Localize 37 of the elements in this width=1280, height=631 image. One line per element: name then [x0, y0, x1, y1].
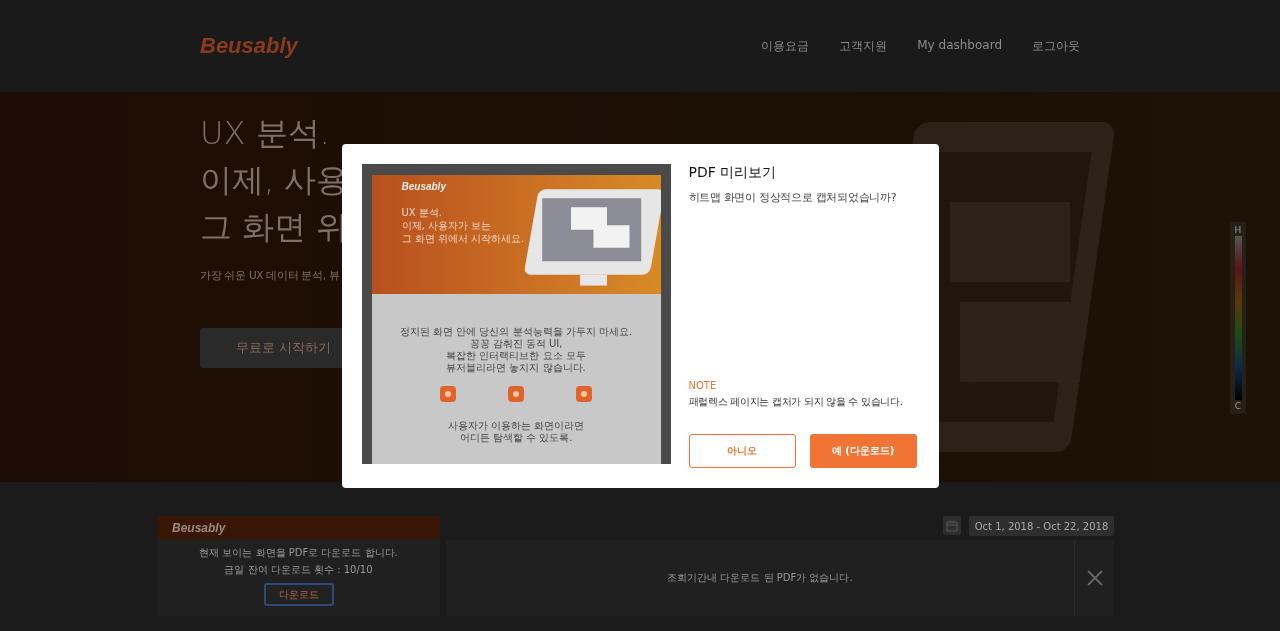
preview-logo: Beusably: [401, 180, 448, 192]
preview-heading: 그 화면 위에서 시작하세요.: [401, 231, 526, 245]
download-message: 현재 보이는 화면을 PDF로 다운로드 합니다.: [199, 546, 398, 560]
calendar-icon: [946, 519, 958, 532]
preview-heading: UX 분석.: [401, 205, 444, 219]
close-icon: [1086, 570, 1103, 586]
calendar-button[interactable]: [943, 516, 961, 535]
cancel-button[interactable]: 아니오: [688, 433, 796, 468]
remaining-count: 금일 잔여 다운로드 횟수 : 10/10: [224, 563, 373, 577]
legend-label: C: [1234, 400, 1242, 412]
preview-text: 정지된 화면 안에 당신의 분석능력을 가두지 마세요.: [399, 325, 633, 338]
preview-text: 복잡한 인터랙티브한 요소 모두: [446, 349, 586, 362]
modal-question: 히트맵 화면이 정상적으로 캡처되었습니까?: [688, 189, 898, 205]
hero-heading: UX 분석.: [200, 113, 330, 154]
feature-icon: [440, 385, 456, 402]
nav-link[interactable]: My dashboard: [917, 37, 1002, 55]
preview-heading: 이제, 사용자가 보는: [401, 218, 493, 232]
date-range-field[interactable]: Oct 1, 2018 - Oct 22, 2018: [969, 516, 1114, 536]
note-label: NOTE: [688, 379, 718, 391]
empty-message: 조회기간내 다운로드 된 PDF가 없습니다.: [666, 571, 854, 585]
confirm-download-button[interactable]: 예 (다운로드): [809, 433, 917, 468]
nav-link[interactable]: 이용요금: [761, 37, 810, 55]
feature-icon: [576, 385, 592, 402]
note-text: 패럴렉스 페이지는 캡처가 되지 않을 수 있습니다.: [688, 394, 904, 409]
hero-subtitle: 가장 쉬운 UX 데이터 분석, 뷰: [200, 269, 340, 283]
download-button[interactable]: 다운로드: [263, 583, 334, 606]
hero-heading: 이제, 사용: [200, 160, 349, 201]
logo: Beusably: [172, 520, 226, 535]
legend-label: H: [1234, 224, 1242, 236]
modal-title: PDF 미리보기: [688, 163, 778, 182]
feature-icon: [508, 385, 524, 402]
preview-text: 뷰저블리라면 놓치지 않습니다.: [446, 361, 586, 374]
nav-link[interactable]: 로그아웃: [1032, 37, 1080, 55]
preview-text: 어디든 탐색할 수 있도록.: [459, 431, 573, 444]
preview-text: 사용자가 이용하는 화면이라면: [447, 419, 585, 432]
preview-text: 꽁꽁 감춰진 동적 UI,: [469, 337, 563, 350]
nav-link[interactable]: 고객지원: [839, 37, 888, 55]
